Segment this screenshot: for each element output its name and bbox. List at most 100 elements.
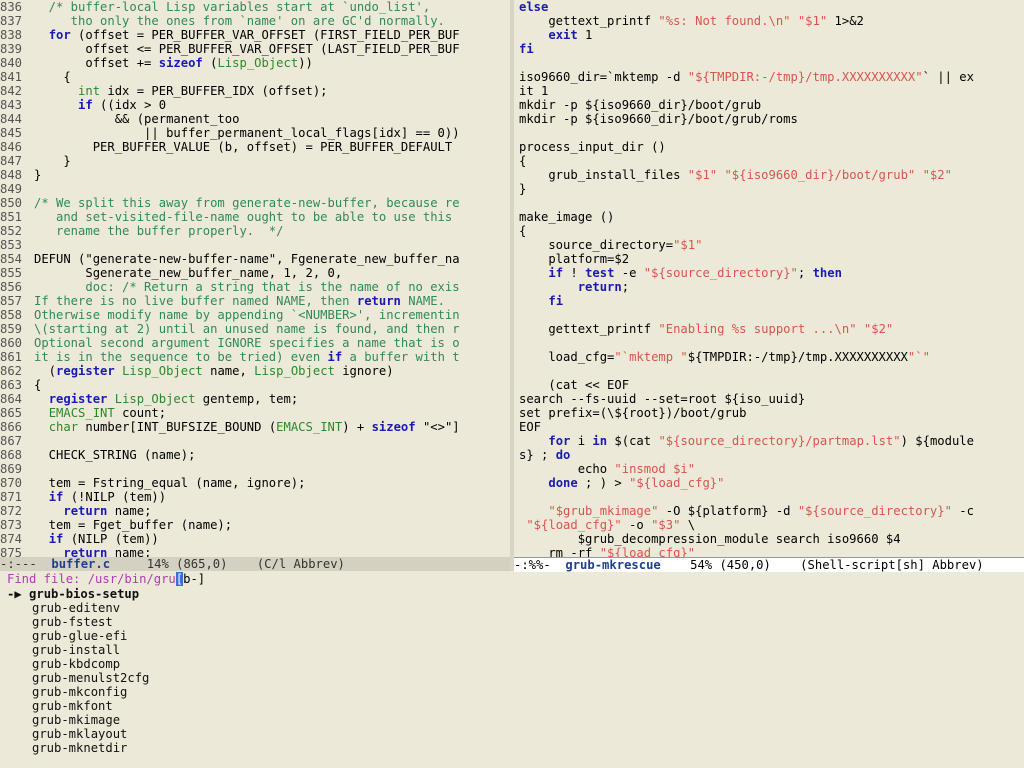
code-line[interactable]: 855 Sgenerate_new_buffer_name, 1, 2, 0,: [0, 266, 510, 280]
code-line[interactable]: [514, 364, 1024, 378]
code-line[interactable]: mkdir -p ${iso9660_dir}/boot/grub/roms: [514, 112, 1024, 126]
code-line[interactable]: search --fs-uuid --set=root ${iso_uuid}: [514, 392, 1024, 406]
code-line[interactable]: 864 register Lisp_Object gentemp, tem;: [0, 392, 510, 406]
completion-selected[interactable]: -▶ grub-bios-setup: [0, 587, 1024, 601]
code-line[interactable]: 848}: [0, 168, 510, 182]
completion-item[interactable]: grub-mkfont: [0, 699, 1024, 713]
code-line[interactable]: mkdir -p ${iso9660_dir}/boot/grub: [514, 98, 1024, 112]
code-line[interactable]: else: [514, 0, 1024, 14]
code-line[interactable]: 868 CHECK_STRING (name);: [0, 448, 510, 462]
code-line[interactable]: 846 PER_BUFFER_VALUE (b, offset) = PER_B…: [0, 140, 510, 154]
code-line[interactable]: (cat << EOF: [514, 378, 1024, 392]
right-editor-window[interactable]: else gettext_printf "%s: Not found.\n" "…: [514, 0, 1024, 557]
code-line[interactable]: gettext_printf "%s: Not found.\n" "$1" 1…: [514, 14, 1024, 28]
completion-item[interactable]: grub-kbdcomp: [0, 657, 1024, 671]
code-line[interactable]: 838 for (offset = PER_BUFFER_VAR_OFFSET …: [0, 28, 510, 42]
code-line[interactable]: echo "insmod $i": [514, 462, 1024, 476]
code-line[interactable]: 863 {: [0, 378, 510, 392]
left-buffer-name[interactable]: buffer.c: [51, 557, 110, 571]
code-line[interactable]: 852 rename the buffer properly. */: [0, 224, 510, 238]
code-line[interactable]: 841 {: [0, 70, 510, 84]
code-line[interactable]: [514, 308, 1024, 322]
right-buffer-name[interactable]: grub-mkrescue: [565, 558, 660, 572]
code-line[interactable]: process_input_dir (): [514, 140, 1024, 154]
code-line[interactable]: 860 Optional second argument IGNORE speci…: [0, 336, 510, 350]
code-line[interactable]: exit 1: [514, 28, 1024, 42]
left-editor-window[interactable]: 836 /* buffer-local Lisp variables start…: [0, 0, 510, 557]
code-line[interactable]: 857 If there is no live buffer named NAME…: [0, 294, 510, 308]
code-line[interactable]: 874 if (NILP (tem)): [0, 532, 510, 546]
code-line[interactable]: 862 (register Lisp_Object name, Lisp_Obj…: [0, 364, 510, 378]
code-line[interactable]: 871 if (!NILP (tem)): [0, 490, 510, 504]
code-line[interactable]: [514, 196, 1024, 210]
code-line[interactable]: 858 Otherwise modify name by appending `<…: [0, 308, 510, 322]
code-line[interactable]: 859 \(starting at 2) until an unused name…: [0, 322, 510, 336]
completion-item[interactable]: grub-mknetdir: [0, 741, 1024, 755]
find-file-prompt-line[interactable]: Find file: /usr/bin/gru[b-]: [0, 571, 1024, 587]
left-mode-line[interactable]: -:--- buffer.c 14% (865,0) (C/l Abbrev): [0, 557, 510, 571]
code-line[interactable]: if ! test -e "${source_directory}"; then: [514, 266, 1024, 280]
completion-item[interactable]: grub-mkimage: [0, 713, 1024, 727]
code-line[interactable]: platform=$2: [514, 252, 1024, 266]
code-line[interactable]: fi: [514, 42, 1024, 56]
code-line[interactable]: 847 }: [0, 154, 510, 168]
code-line[interactable]: 866 char number[INT_BUFSIZE_BOUND (EMACS…: [0, 420, 510, 434]
code-line[interactable]: 873 tem = Fget_buffer (name);: [0, 518, 510, 532]
code-line[interactable]: 869: [0, 462, 510, 476]
code-line[interactable]: return;: [514, 280, 1024, 294]
code-line[interactable]: rm -rf "${load_cfg}": [514, 546, 1024, 557]
completion-item[interactable]: grub-fstest: [0, 615, 1024, 629]
code-line[interactable]: }: [514, 182, 1024, 196]
code-line[interactable]: 845 || buffer_permanent_local_flags[idx]…: [0, 126, 510, 140]
code-line[interactable]: 867: [0, 434, 510, 448]
code-line[interactable]: {: [514, 154, 1024, 168]
code-line[interactable]: 851 and set-visited-file-name ought to b…: [0, 210, 510, 224]
code-line[interactable]: [514, 336, 1024, 350]
code-line[interactable]: 865 EMACS_INT count;: [0, 406, 510, 420]
completion-item[interactable]: grub-glue-efi: [0, 629, 1024, 643]
code-line[interactable]: for i in $(cat "${source_directory}/part…: [514, 434, 1024, 448]
code-line[interactable]: 836 /* buffer-local Lisp variables start…: [0, 0, 510, 14]
code-line[interactable]: {: [514, 224, 1024, 238]
code-line[interactable]: 870 tem = Fstring_equal (name, ignore);: [0, 476, 510, 490]
code-line[interactable]: $grub_decompression_module search iso966…: [514, 532, 1024, 546]
code-line[interactable]: [514, 126, 1024, 140]
code-line[interactable]: gettext_printf "Enabling %s support ...\…: [514, 322, 1024, 336]
code-line[interactable]: iso9660_dir=`mktemp -d "${TMPDIR:-/tmp}/…: [514, 70, 1024, 84]
code-line[interactable]: done ; ) > "${load_cfg}": [514, 476, 1024, 490]
code-line[interactable]: fi: [514, 294, 1024, 308]
code-line[interactable]: 843 if ((idx > 0: [0, 98, 510, 112]
code-line[interactable]: "${load_cfg}" -o "$3" \: [514, 518, 1024, 532]
code-line[interactable]: set prefix=(\${root})/boot/grub: [514, 406, 1024, 420]
minibuffer[interactable]: Find file: /usr/bin/gru[b-] -▶ grub-bios…: [0, 571, 1024, 768]
code-line[interactable]: 854 DEFUN ("generate-new-buffer-name", Fg…: [0, 252, 510, 266]
right-mode-line[interactable]: -:%%- grub-mkrescue 54% (450,0) (Shell-s…: [514, 557, 1024, 572]
code-line[interactable]: make_image (): [514, 210, 1024, 224]
code-line[interactable]: 840 offset += sizeof (Lisp_Object)): [0, 56, 510, 70]
code-line[interactable]: 850 /* We split this away from generate-n…: [0, 196, 510, 210]
completion-item[interactable]: grub-editenv: [0, 601, 1024, 615]
find-file-input-after[interactable]: b-]: [183, 572, 205, 586]
code-line[interactable]: 849: [0, 182, 510, 196]
completion-item[interactable]: grub-mkconfig: [0, 685, 1024, 699]
find-file-input-before[interactable]: /usr/bin/gru: [88, 572, 176, 586]
code-line[interactable]: [514, 56, 1024, 70]
code-line[interactable]: 853: [0, 238, 510, 252]
code-line[interactable]: EOF: [514, 420, 1024, 434]
code-line[interactable]: 856 doc: /* Return a string that is the …: [0, 280, 510, 294]
code-line[interactable]: 839 offset <= PER_BUFFER_VAR_OFFSET (LAS…: [0, 42, 510, 56]
code-line[interactable]: 861 it is in the sequence to be tried) ev…: [0, 350, 510, 364]
code-line[interactable]: 875 return name;: [0, 546, 510, 557]
code-line[interactable]: "$grub_mkimage" -O ${platform} -d "${sou…: [514, 504, 1024, 518]
code-line[interactable]: it 1: [514, 84, 1024, 98]
code-line[interactable]: 842 int idx = PER_BUFFER_IDX (offset);: [0, 84, 510, 98]
completion-item[interactable]: grub-install: [0, 643, 1024, 657]
completion-item[interactable]: grub-menulst2cfg: [0, 671, 1024, 685]
code-line[interactable]: source_directory="$1": [514, 238, 1024, 252]
code-line[interactable]: grub_install_files "$1" "${iso9660_dir}/…: [514, 168, 1024, 182]
code-line[interactable]: 844 && (permanent_too: [0, 112, 510, 126]
code-line[interactable]: [514, 490, 1024, 504]
code-line[interactable]: load_cfg="`mktemp "${TMPDIR:-/tmp}/tmp.X…: [514, 350, 1024, 364]
code-line[interactable]: 872 return name;: [0, 504, 510, 518]
code-line[interactable]: s} ; do: [514, 448, 1024, 462]
